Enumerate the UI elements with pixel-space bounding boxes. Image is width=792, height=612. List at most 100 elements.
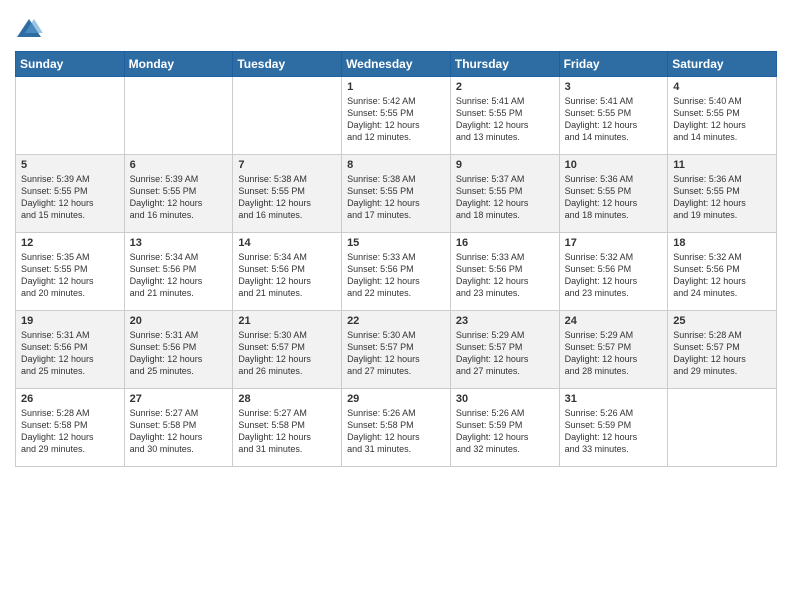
day-info: Sunrise: 5:31 AM Sunset: 5:56 PM Dayligh… [130, 329, 228, 378]
day-number: 31 [565, 393, 663, 405]
weekday-header-tuesday: Tuesday [233, 52, 342, 77]
day-info: Sunrise: 5:27 AM Sunset: 5:58 PM Dayligh… [130, 407, 228, 456]
day-number: 25 [673, 315, 771, 327]
day-info: Sunrise: 5:34 AM Sunset: 5:56 PM Dayligh… [130, 251, 228, 300]
weekday-header-sunday: Sunday [16, 52, 125, 77]
day-info: Sunrise: 5:39 AM Sunset: 5:55 PM Dayligh… [130, 173, 228, 222]
day-cell: 12 Sunrise: 5:35 AM Sunset: 5:55 PM Dayli… [16, 233, 125, 311]
day-number: 2 [456, 81, 554, 93]
day-cell: 17 Sunrise: 5:32 AM Sunset: 5:56 PM Dayli… [559, 233, 668, 311]
day-cell: 29 Sunrise: 5:26 AM Sunset: 5:58 PM Dayli… [342, 389, 451, 467]
day-number: 14 [238, 237, 336, 249]
day-number: 21 [238, 315, 336, 327]
day-number: 9 [456, 159, 554, 171]
day-info: Sunrise: 5:36 AM Sunset: 5:55 PM Dayligh… [673, 173, 771, 222]
day-number: 29 [347, 393, 445, 405]
day-number: 20 [130, 315, 228, 327]
day-number: 7 [238, 159, 336, 171]
day-number: 26 [21, 393, 119, 405]
week-row-2: 5 Sunrise: 5:39 AM Sunset: 5:55 PM Daylig… [16, 155, 777, 233]
day-info: Sunrise: 5:29 AM Sunset: 5:57 PM Dayligh… [456, 329, 554, 378]
day-cell: 15Sunrise: 5:33 AM Sunset: 5:56 PM Dayli… [342, 233, 451, 311]
day-number: 23 [456, 315, 554, 327]
week-row-1: 1 Sunrise: 5:42 AM Sunset: 5:55 PM Daylig… [16, 77, 777, 155]
day-info: Sunrise: 5:28 AM Sunset: 5:58 PM Dayligh… [21, 407, 119, 456]
day-info: Sunrise: 5:26 AM Sunset: 5:59 PM Dayligh… [456, 407, 554, 456]
day-cell: 9 Sunrise: 5:37 AM Sunset: 5:55 PM Daylig… [450, 155, 559, 233]
day-number: 30 [456, 393, 554, 405]
day-cell: 20 Sunrise: 5:31 AM Sunset: 5:56 PM Dayli… [124, 311, 233, 389]
day-cell: 2 Sunrise: 5:41 AM Sunset: 5:55 PM Daylig… [450, 77, 559, 155]
day-cell: 25Sunrise: 5:28 AM Sunset: 5:57 PM Dayli… [668, 311, 777, 389]
day-cell [16, 77, 125, 155]
day-info: Sunrise: 5:29 AM Sunset: 5:57 PM Dayligh… [565, 329, 663, 378]
day-number: 12 [21, 237, 119, 249]
weekday-header-row: SundayMondayTuesdayWednesdayThursdayFrid… [16, 52, 777, 77]
day-info: Sunrise: 5:35 AM Sunset: 5:55 PM Dayligh… [21, 251, 119, 300]
week-row-3: 12 Sunrise: 5:35 AM Sunset: 5:55 PM Dayli… [16, 233, 777, 311]
day-info: Sunrise: 5:37 AM Sunset: 5:55 PM Dayligh… [456, 173, 554, 222]
day-info: Sunrise: 5:26 AM Sunset: 5:59 PM Dayligh… [565, 407, 663, 456]
day-cell: 3Sunrise: 5:41 AM Sunset: 5:55 PM Daylig… [559, 77, 668, 155]
day-number: 1 [347, 81, 445, 93]
day-cell: 28Sunrise: 5:27 AM Sunset: 5:58 PM Dayli… [233, 389, 342, 467]
day-cell: 24 Sunrise: 5:29 AM Sunset: 5:57 PM Dayli… [559, 311, 668, 389]
day-info: Sunrise: 5:38 AM Sunset: 5:55 PM Dayligh… [238, 173, 336, 222]
weekday-header-wednesday: Wednesday [342, 52, 451, 77]
day-cell: 18 Sunrise: 5:32 AM Sunset: 5:56 PM Dayli… [668, 233, 777, 311]
day-number: 4 [673, 81, 771, 93]
day-number: 19 [21, 315, 119, 327]
weekday-header-friday: Friday [559, 52, 668, 77]
day-cell [233, 77, 342, 155]
day-info: Sunrise: 5:30 AM Sunset: 5:57 PM Dayligh… [238, 329, 336, 378]
day-cell: 16Sunrise: 5:33 AM Sunset: 5:56 PM Dayli… [450, 233, 559, 311]
day-info: Sunrise: 5:32 AM Sunset: 5:56 PM Dayligh… [673, 251, 771, 300]
day-number: 6 [130, 159, 228, 171]
weekday-header-saturday: Saturday [668, 52, 777, 77]
day-info: Sunrise: 5:26 AM Sunset: 5:58 PM Dayligh… [347, 407, 445, 456]
day-info: Sunrise: 5:30 AM Sunset: 5:57 PM Dayligh… [347, 329, 445, 378]
day-info: Sunrise: 5:39 AM Sunset: 5:55 PM Dayligh… [21, 173, 119, 222]
header-row [15, 15, 777, 43]
week-row-5: 26 Sunrise: 5:28 AM Sunset: 5:58 PM Dayli… [16, 389, 777, 467]
day-info: Sunrise: 5:41 AM Sunset: 5:55 PM Dayligh… [456, 95, 554, 144]
day-number: 13 [130, 237, 228, 249]
weekday-header-thursday: Thursday [450, 52, 559, 77]
logo [15, 15, 47, 43]
day-cell: 7 Sunrise: 5:38 AM Sunset: 5:55 PM Daylig… [233, 155, 342, 233]
day-number: 17 [565, 237, 663, 249]
day-cell [668, 389, 777, 467]
day-cell: 11 Sunrise: 5:36 AM Sunset: 5:55 PM Dayli… [668, 155, 777, 233]
day-cell: 1 Sunrise: 5:42 AM Sunset: 5:55 PM Daylig… [342, 77, 451, 155]
day-cell: 23 Sunrise: 5:29 AM Sunset: 5:57 PM Dayli… [450, 311, 559, 389]
day-info: Sunrise: 5:32 AM Sunset: 5:56 PM Dayligh… [565, 251, 663, 300]
day-info: Sunrise: 5:41 AM Sunset: 5:55 PM Dayligh… [565, 95, 663, 144]
day-info: Sunrise: 5:27 AM Sunset: 5:58 PM Dayligh… [238, 407, 336, 456]
calendar-table: SundayMondayTuesdayWednesdayThursdayFrid… [15, 51, 777, 467]
week-row-4: 19 Sunrise: 5:31 AM Sunset: 5:56 PM Dayli… [16, 311, 777, 389]
day-number: 15 [347, 237, 445, 249]
day-number: 11 [673, 159, 771, 171]
day-cell: 6 Sunrise: 5:39 AM Sunset: 5:55 PM Daylig… [124, 155, 233, 233]
day-cell: 31 Sunrise: 5:26 AM Sunset: 5:59 PM Dayli… [559, 389, 668, 467]
weekday-header-monday: Monday [124, 52, 233, 77]
day-cell: 30 Sunrise: 5:26 AM Sunset: 5:59 PM Dayli… [450, 389, 559, 467]
day-info: Sunrise: 5:42 AM Sunset: 5:55 PM Dayligh… [347, 95, 445, 144]
day-number: 22 [347, 315, 445, 327]
day-number: 5 [21, 159, 119, 171]
day-number: 8 [347, 159, 445, 171]
day-cell: 10Sunrise: 5:36 AM Sunset: 5:55 PM Dayli… [559, 155, 668, 233]
day-cell: 27 Sunrise: 5:27 AM Sunset: 5:58 PM Dayli… [124, 389, 233, 467]
day-cell: 19Sunrise: 5:31 AM Sunset: 5:56 PM Dayli… [16, 311, 125, 389]
day-number: 24 [565, 315, 663, 327]
day-info: Sunrise: 5:38 AM Sunset: 5:55 PM Dayligh… [347, 173, 445, 222]
day-cell [124, 77, 233, 155]
day-cell: 22 Sunrise: 5:30 AM Sunset: 5:57 PM Dayli… [342, 311, 451, 389]
day-number: 18 [673, 237, 771, 249]
day-cell: 5 Sunrise: 5:39 AM Sunset: 5:55 PM Daylig… [16, 155, 125, 233]
day-number: 27 [130, 393, 228, 405]
day-cell: 8 Sunrise: 5:38 AM Sunset: 5:55 PM Daylig… [342, 155, 451, 233]
day-cell: 13 Sunrise: 5:34 AM Sunset: 5:56 PM Dayli… [124, 233, 233, 311]
day-cell: 26 Sunrise: 5:28 AM Sunset: 5:58 PM Dayli… [16, 389, 125, 467]
day-info: Sunrise: 5:34 AM Sunset: 5:56 PM Dayligh… [238, 251, 336, 300]
